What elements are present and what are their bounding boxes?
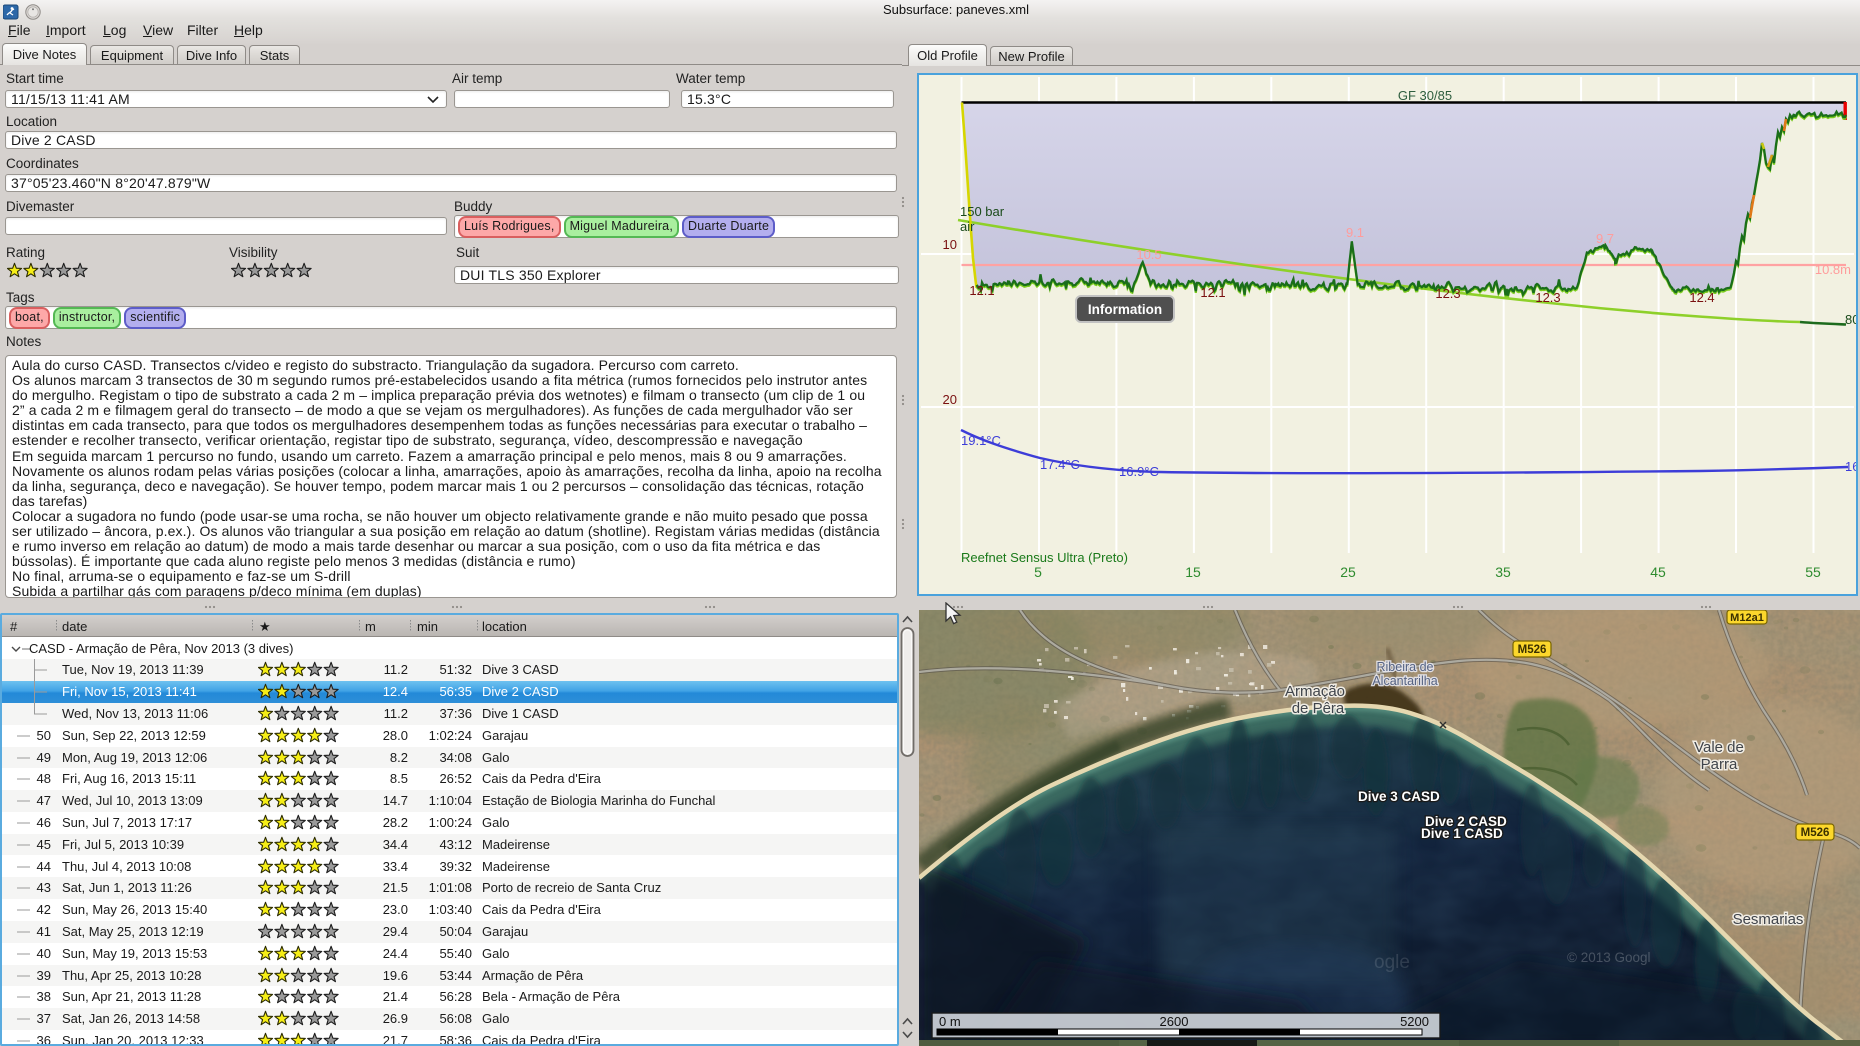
svg-text:Sesmarias: Sesmarias (1733, 911, 1804, 928)
svg-text:Armação: Armação (1285, 683, 1345, 700)
svg-text:16: 16 (1845, 459, 1856, 474)
svg-text:25: 25 (1340, 564, 1356, 580)
svg-text:air: air (960, 219, 975, 234)
svg-text:GF 30/85: GF 30/85 (1398, 88, 1452, 103)
svg-text:20: 20 (943, 392, 957, 407)
svg-text:9.7: 9.7 (1596, 231, 1614, 246)
svg-text:Reefnet Sensus Ultra (Preto): Reefnet Sensus Ultra (Preto) (961, 550, 1128, 565)
svg-text:45: 45 (1650, 564, 1666, 580)
svg-text:35: 35 (1495, 564, 1511, 580)
svg-text:ogle: ogle (1374, 952, 1410, 973)
svg-text:10.8m: 10.8m (1815, 262, 1851, 277)
svg-text:Dive 1 CASD: Dive 1 CASD (1421, 826, 1503, 841)
svg-text:2600: 2600 (1160, 1014, 1189, 1029)
svg-text:M12а1: M12а1 (1730, 612, 1764, 624)
svg-text:12.3: 12.3 (1435, 286, 1460, 301)
svg-text:80: 80 (1845, 312, 1856, 327)
svg-text:M526: M526 (1518, 644, 1547, 656)
svg-text:150 bar: 150 bar (960, 204, 1005, 219)
svg-text:Alcantarilha: Alcantarilha (1372, 674, 1437, 688)
svg-text:9.1: 9.1 (1346, 225, 1364, 240)
svg-text:10: 10 (943, 237, 957, 252)
svg-text:de Pêra: de Pêra (1292, 700, 1345, 717)
svg-text:Vale de: Vale de (1694, 739, 1744, 756)
svg-text:© 2013 Googl: © 2013 Googl (1567, 950, 1651, 965)
svg-text:5200: 5200 (1400, 1014, 1429, 1029)
svg-text:Ribeira de: Ribeira de (1377, 660, 1434, 674)
svg-text:0 m: 0 m (939, 1014, 961, 1029)
svg-text:12.4: 12.4 (1689, 290, 1714, 305)
svg-text:Dive 3 CASD: Dive 3 CASD (1358, 789, 1440, 804)
svg-text:10.5: 10.5 (1136, 247, 1161, 262)
svg-text:16.9°C: 16.9°C (1119, 464, 1159, 479)
svg-text:15: 15 (1185, 564, 1201, 580)
svg-text:Parra: Parra (1701, 756, 1738, 773)
svg-text:12.1: 12.1 (969, 283, 994, 298)
svg-text:55: 55 (1805, 564, 1821, 580)
svg-text:19.1°C: 19.1°C (961, 433, 1001, 448)
svg-text:Information: Information (1088, 302, 1162, 317)
svg-text:17.4°C: 17.4°C (1040, 457, 1080, 472)
svg-text:12.1: 12.1 (1200, 285, 1225, 300)
svg-text:M526: M526 (1801, 827, 1830, 839)
svg-text:5: 5 (1034, 564, 1042, 580)
svg-text:12.3: 12.3 (1535, 290, 1560, 305)
